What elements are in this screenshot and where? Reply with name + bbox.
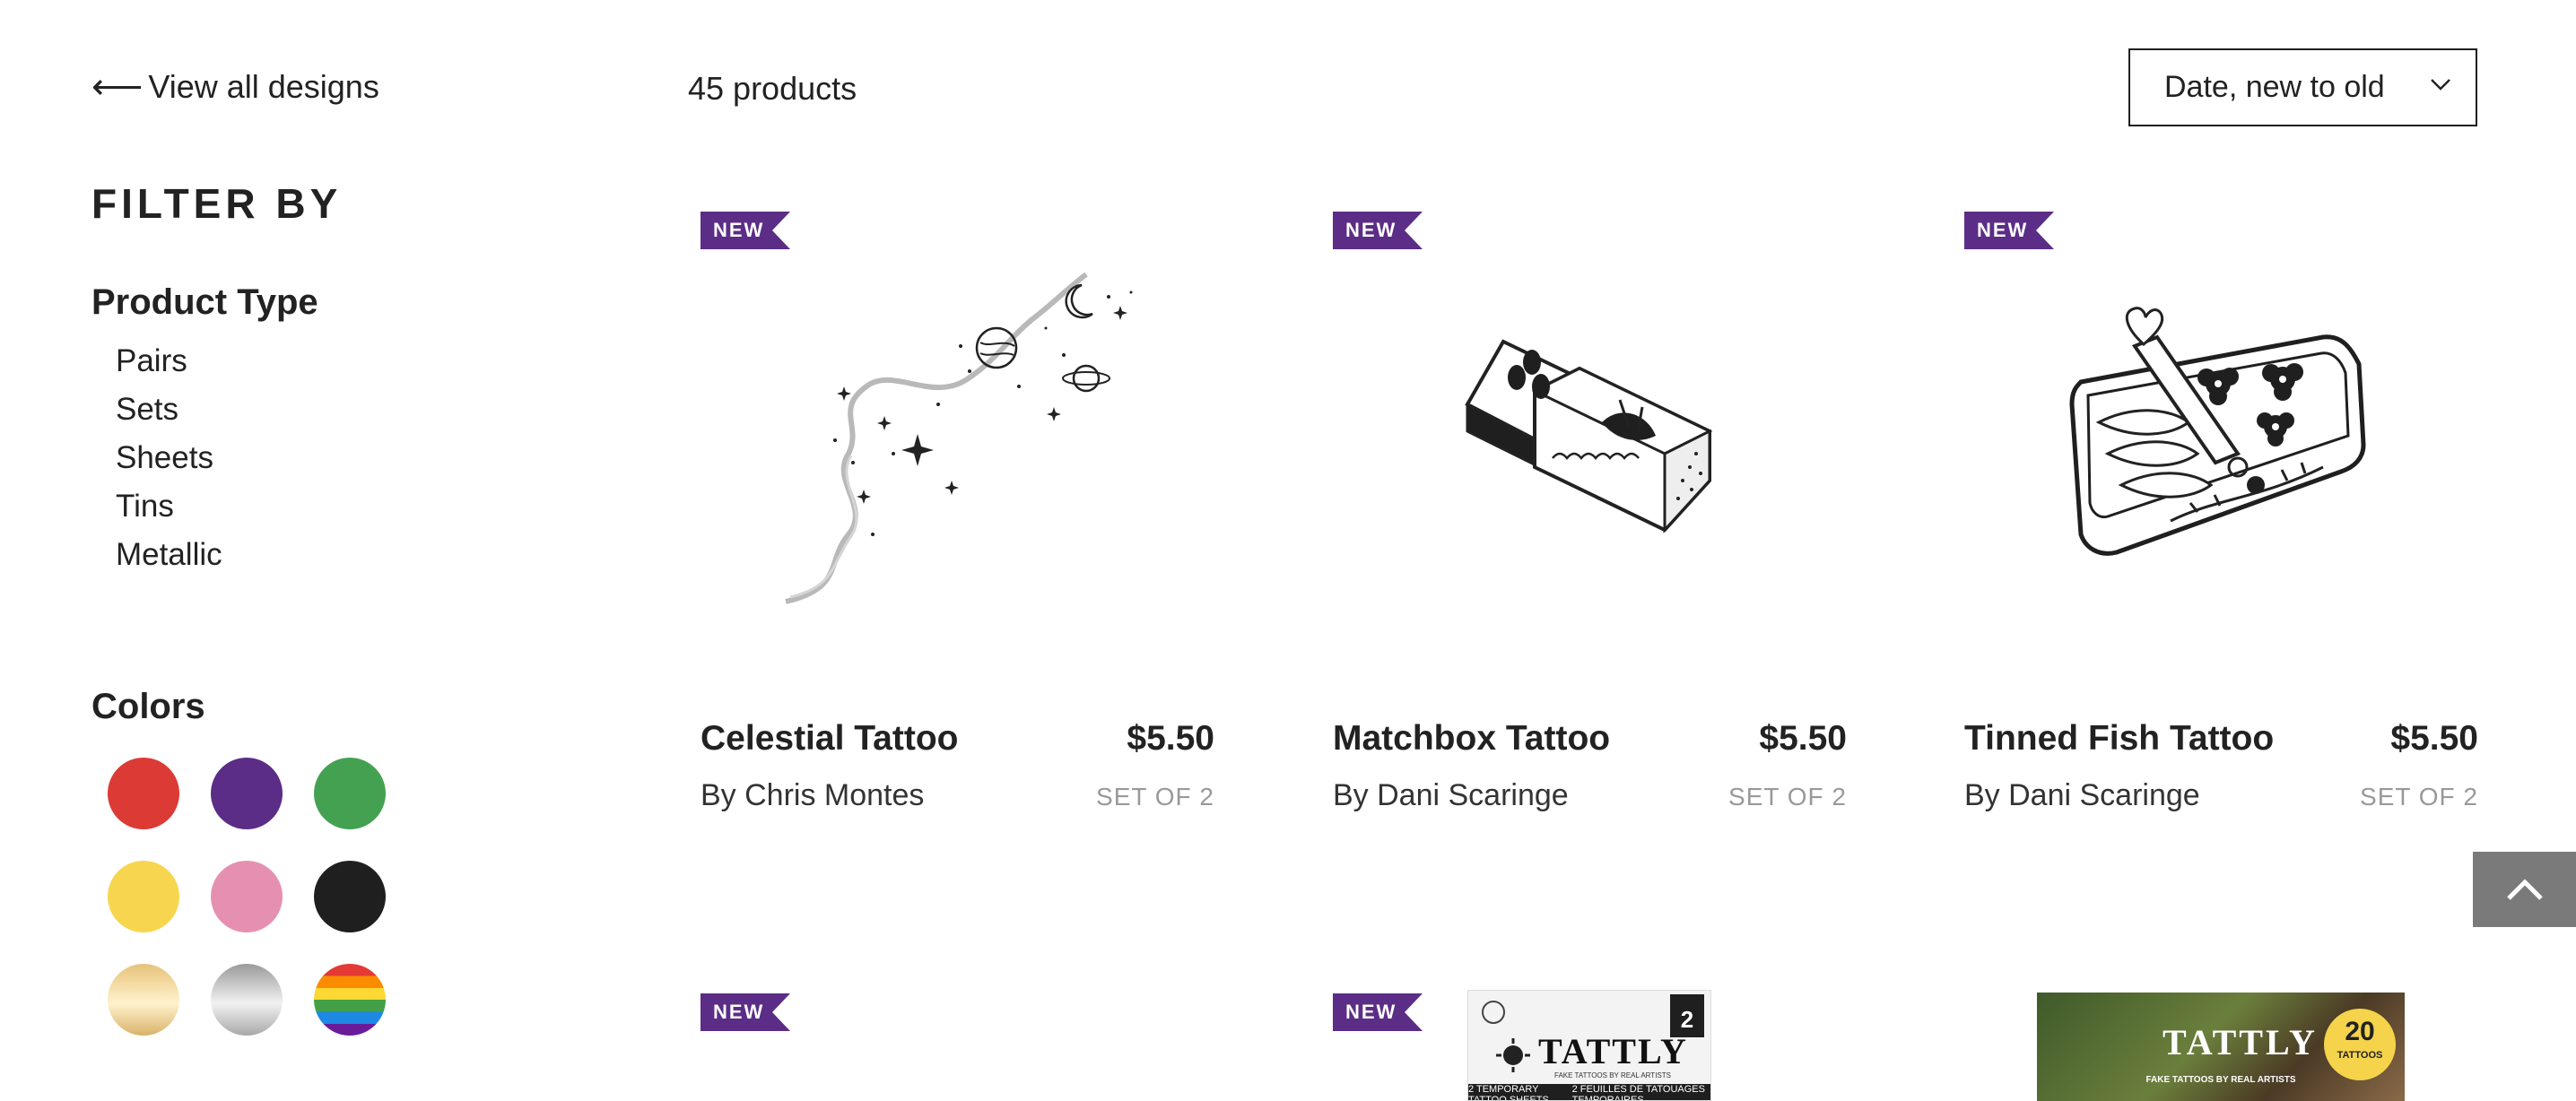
filter-tins[interactable]: Tins	[116, 486, 222, 534]
package-count-number: 20	[2345, 1017, 2375, 1046]
product-title-row: Celestial Tattoo $5.50	[701, 719, 1214, 759]
color-swatch-rainbow[interactable]	[314, 964, 386, 1036]
product-image[interactable]: TATTLY 2 FAKE TATTOOS BY REAL ARTISTS 2 …	[1467, 990, 1711, 1101]
color-swatch-yellow[interactable]	[108, 861, 179, 932]
view-all-designs-label: View all designs	[148, 68, 379, 105]
color-swatch-gold[interactable]	[108, 964, 179, 1036]
product-title[interactable]: Celestial Tattoo	[701, 719, 959, 759]
product-artist: By Chris Montes	[701, 778, 925, 812]
product-title-row: Matchbox Tattoo $5.50	[1333, 719, 1847, 759]
product-artist: By Dani Scaringe	[1964, 778, 2200, 812]
color-swatch-purple[interactable]	[211, 758, 283, 829]
view-all-designs-link[interactable]: ⟵ View all designs	[91, 66, 379, 108]
filter-pairs[interactable]: Pairs	[116, 341, 222, 389]
product-count: 45 products	[688, 70, 857, 107]
color-swatch-silver[interactable]	[211, 964, 283, 1036]
product-artist: By Dani Scaringe	[1333, 778, 1569, 812]
product-meta-row: By Chris Montes SET OF 2	[701, 778, 1214, 813]
package-count-seal: 20 TATTOOS	[2324, 1009, 2396, 1080]
package-count-badge: 2	[1670, 994, 1704, 1037]
colors-heading: Colors	[91, 687, 205, 726]
product-price: $5.50	[1759, 719, 1847, 758]
product-type-list: Pairs Sets Sheets Tins Metallic	[116, 341, 222, 583]
color-swatch-pink[interactable]	[211, 861, 283, 932]
product-card[interactable]: NEW Celestial Tattoo $5.50 By Chris Mont…	[701, 212, 1214, 812]
product-image[interactable]: TATTLY FAKE TATTOOS BY REAL ARTISTS 20 T…	[2037, 993, 2405, 1101]
package-band: 2 TEMPORARY TATTOO SHEETS 2 FEUILLES DE …	[1468, 1084, 1710, 1101]
product-type-heading: Product Type	[91, 282, 318, 322]
filter-sets[interactable]: Sets	[116, 389, 222, 438]
package-brand: TATTLY	[2163, 1022, 2318, 1062]
product-image[interactable]: NEW	[1333, 212, 1847, 633]
product-price: $5.50	[1127, 719, 1214, 758]
celestial-tattoo-art	[785, 272, 1133, 604]
package-small-print: FAKE TATTOOS BY REAL ARTISTS	[1554, 1071, 1671, 1079]
chevron-down-icon	[2431, 79, 2450, 91]
color-swatch-green[interactable]	[314, 758, 386, 829]
product-title[interactable]: Tinned Fish Tattoo	[1964, 719, 2274, 759]
product-image[interactable]: NEW	[701, 212, 1214, 633]
color-swatch-red[interactable]	[108, 758, 179, 829]
product-pack-size: SET OF 2	[1096, 783, 1214, 811]
package-count-label: TATTOOS	[2337, 1050, 2383, 1061]
product-meta-row: By Dani Scaringe SET OF 2	[1964, 778, 2478, 813]
left-arrow-icon: ⟵	[91, 67, 144, 107]
product-pack-size: SET OF 2	[2360, 783, 2478, 811]
product-image[interactable]: NEW	[1964, 212, 2478, 633]
new-badge: NEW	[701, 993, 790, 1031]
product-title[interactable]: Matchbox Tattoo	[1333, 719, 1610, 759]
matchbox-tattoo-art	[1465, 339, 1713, 533]
filter-sheets[interactable]: Sheets	[116, 438, 222, 486]
package-band-right: 2 FEUILLES DE TATOUAGES TEMPORAIRES	[1571, 1084, 1705, 1101]
scroll-to-top-button[interactable]	[2473, 852, 2576, 927]
filter-by-heading: FILTER BY	[91, 180, 343, 227]
color-swatch-black[interactable]	[314, 861, 386, 932]
sort-selected-label: Date, new to old	[2164, 70, 2385, 104]
package-brand: TATTLY	[1538, 1031, 1688, 1071]
product-card[interactable]: NEW Tinned Fish Tattoo $5.50 By Dani Sca…	[1964, 212, 2478, 812]
chevron-up-icon	[2506, 879, 2543, 900]
sun-face-icon	[1482, 1001, 1505, 1024]
package-band-left: 2 TEMPORARY TATTOO SHEETS	[1468, 1084, 1549, 1101]
product-title-row: Tinned Fish Tattoo $5.50	[1964, 719, 2478, 759]
filter-metallic[interactable]: Metallic	[116, 534, 222, 583]
new-badge: NEW	[1333, 993, 1423, 1031]
tinned-fish-tattoo-art	[2069, 307, 2366, 556]
product-card[interactable]: NEW Matchbox Tattoo $5.50 By Dani Scarin…	[1333, 212, 1847, 812]
product-meta-row: By Dani Scaringe SET OF 2	[1333, 778, 1847, 813]
sun-icon	[1496, 1038, 1530, 1072]
product-pack-size: SET OF 2	[1728, 783, 1847, 811]
product-price: $5.50	[2390, 719, 2478, 758]
sort-select[interactable]: Date, new to old	[2128, 48, 2477, 126]
color-swatches	[108, 758, 386, 1036]
